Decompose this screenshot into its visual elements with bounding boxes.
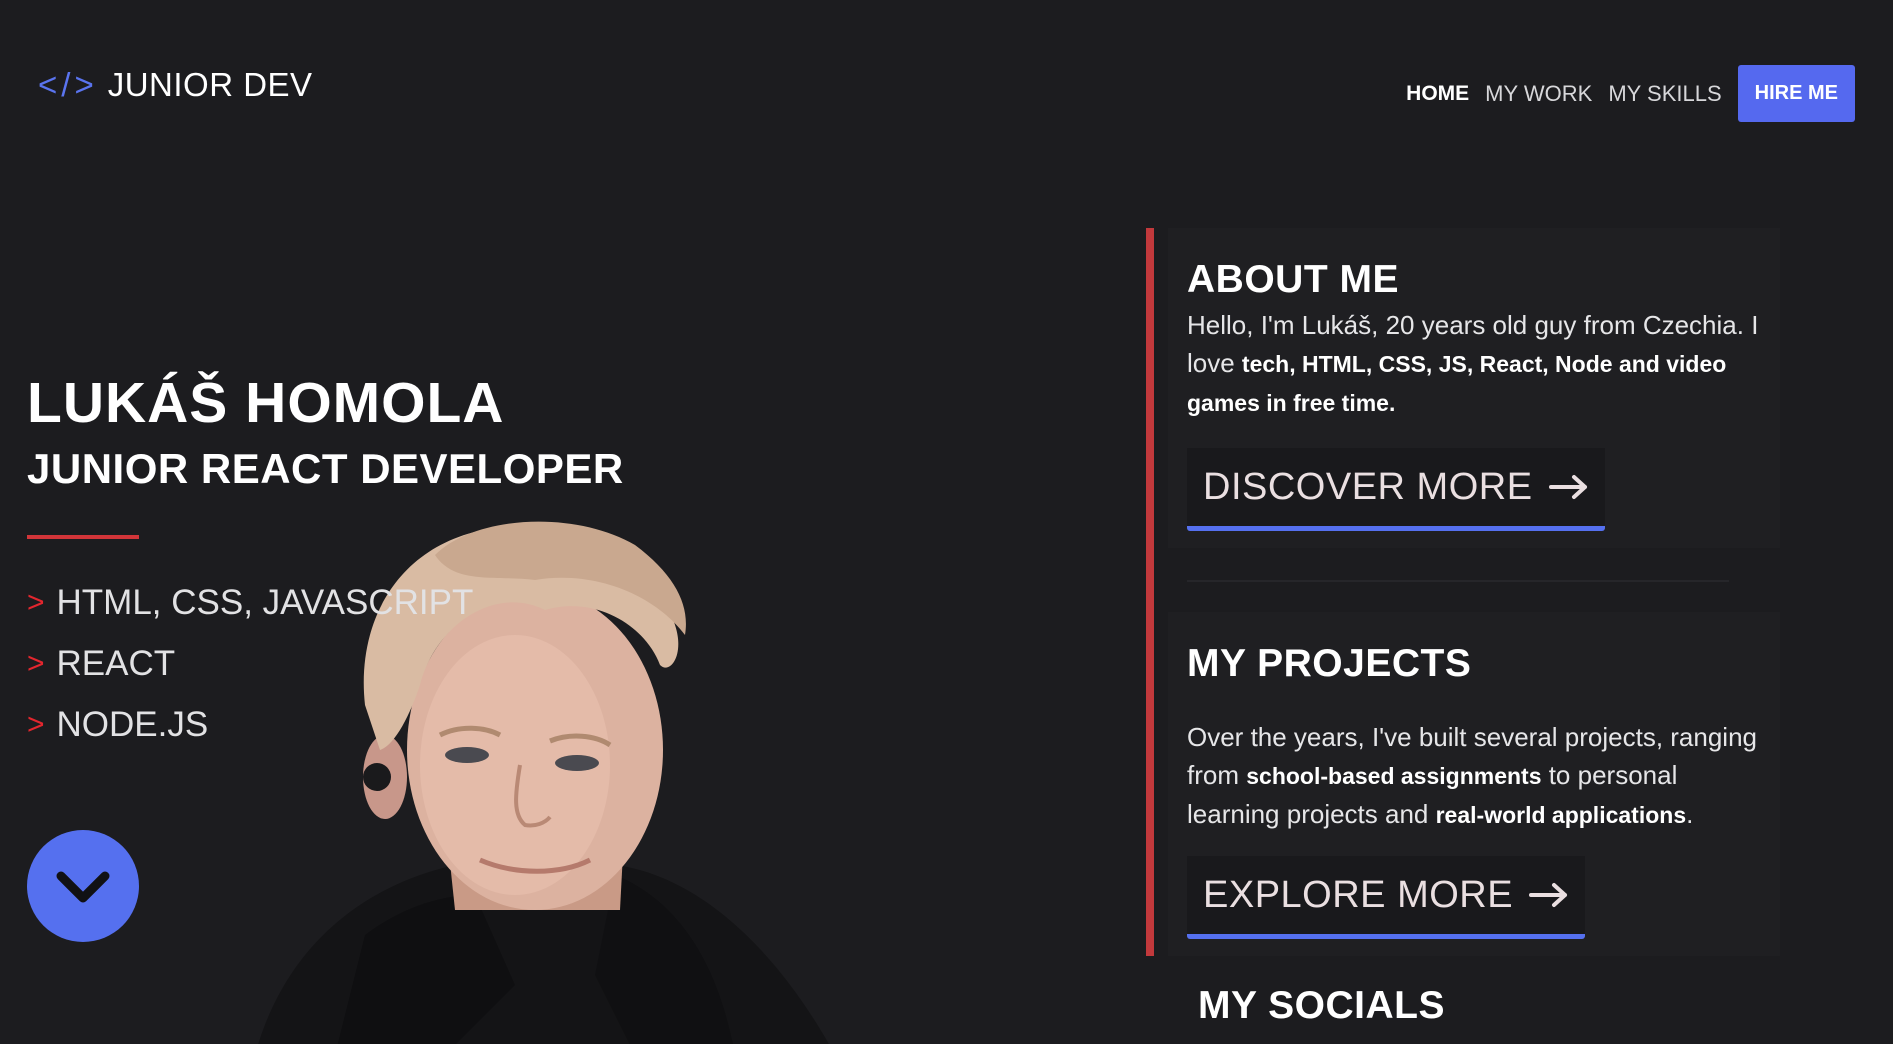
socials-title: MY SOCIALS <box>1198 984 1445 1027</box>
logo-text: JUNIOR DEV <box>107 66 313 103</box>
nav-home[interactable]: HOME <box>1406 82 1469 106</box>
projects-text: Over the years, I've built several proje… <box>1187 718 1770 834</box>
site-logo[interactable]: </> JUNIOR DEV <box>38 66 313 104</box>
chevron-right-icon: > <box>27 707 45 741</box>
arrow-right-icon <box>1529 883 1568 907</box>
about-text-bold: tech, HTML, CSS, JS, React, Node and vid… <box>1187 351 1727 416</box>
discover-more-button[interactable]: DISCOVER MORE <box>1187 448 1605 531</box>
discover-more-label: DISCOVER MORE <box>1203 465 1533 508</box>
hero-role: JUNIOR REACT DEVELOPER <box>27 445 624 492</box>
chevron-right-icon: > <box>27 646 45 680</box>
scroll-down-button[interactable] <box>27 830 139 942</box>
about-text: Hello, I'm Lukáš, 20 years old guy from … <box>1187 306 1770 422</box>
hero-name: LUKÁŠ HOMOLA <box>27 371 505 435</box>
projects-card: MY PROJECTS Over the years, I've built s… <box>1168 612 1780 956</box>
skills-list: > HTML, CSS, JAVASCRIPT > REACT > NODE.J… <box>27 572 473 755</box>
hero-divider <box>27 535 139 539</box>
main-nav: HOME MY WORK MY SKILLS HIRE ME <box>1406 65 1855 122</box>
projects-text-bold: school-based assignments <box>1246 763 1542 789</box>
about-card: ABOUT ME Hello, I'm Lukáš, 20 years old … <box>1168 228 1780 548</box>
section-divider <box>1187 580 1729 582</box>
projects-title: MY PROJECTS <box>1187 642 1472 685</box>
list-item: > HTML, CSS, JAVASCRIPT <box>27 572 473 633</box>
skill-label: REACT <box>56 643 176 683</box>
hire-me-button[interactable]: HIRE ME <box>1737 65 1855 122</box>
about-title: ABOUT ME <box>1187 258 1399 301</box>
nav-my-skills[interactable]: MY SKILLS <box>1608 81 1721 107</box>
page: </> JUNIOR DEV HOME MY WORK MY SKILLS HI… <box>0 0 1893 1044</box>
projects-text-part: . <box>1686 799 1694 829</box>
arrow-right-icon <box>1548 475 1587 499</box>
chevron-down-icon <box>56 871 110 903</box>
section-accent-bar <box>1146 228 1154 956</box>
explore-more-button[interactable]: EXPLORE MORE <box>1187 856 1586 939</box>
skill-label: NODE.JS <box>56 704 209 744</box>
explore-more-label: EXPLORE MORE <box>1203 873 1514 916</box>
chevron-right-icon: > <box>27 585 45 619</box>
list-item: > REACT <box>27 633 473 694</box>
nav-my-work[interactable]: MY WORK <box>1485 81 1592 107</box>
list-item: > NODE.JS <box>27 694 473 755</box>
code-icon: </> <box>38 66 98 103</box>
skill-label: HTML, CSS, JAVASCRIPT <box>56 582 474 622</box>
projects-text-bold: real-world applications <box>1435 802 1687 828</box>
